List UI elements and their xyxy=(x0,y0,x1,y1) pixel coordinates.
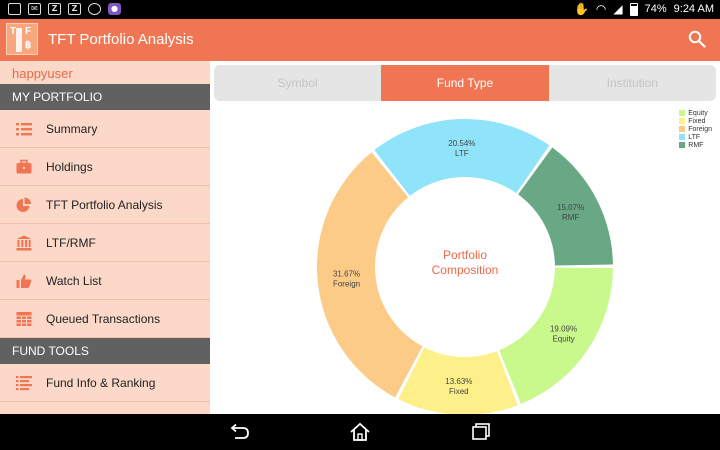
signal-icon: ◢ xyxy=(613,2,623,16)
slice-name-label: Foreign xyxy=(333,279,360,288)
app-title: TFT Portfolio Analysis xyxy=(48,31,194,48)
system-navigation-bar xyxy=(0,414,720,450)
nav-item-queued-transactions[interactable]: Queued Transactions xyxy=(0,300,210,338)
recents-icon[interactable] xyxy=(470,422,492,442)
back-icon[interactable] xyxy=(228,422,250,442)
list-icon xyxy=(16,122,32,135)
notification-icons: ✉ Z Z ● xyxy=(8,3,121,15)
nav-item-label: LTF/RMF xyxy=(46,235,96,250)
nav-item-label: Queued Transactions xyxy=(46,311,161,326)
legend-item-equity: Equity xyxy=(679,109,712,117)
mail-icon: ✉ xyxy=(28,3,41,15)
nav-item-fund-info-ranking[interactable]: Fund Info & Ranking xyxy=(0,364,210,402)
bank-icon xyxy=(16,235,32,250)
battery-icon xyxy=(629,2,638,16)
z-icon: Z xyxy=(48,3,61,15)
app-icon: ● xyxy=(108,3,121,15)
legend-label: LTF xyxy=(688,133,701,141)
slice-percent-label: 15.07% xyxy=(557,203,584,212)
home-icon[interactable] xyxy=(349,422,371,442)
legend-item-foreign: Foreign xyxy=(679,125,712,133)
wifi-icon: ◠ xyxy=(595,2,607,16)
app-bar: T F ฿ TFT Portfolio Analysis xyxy=(0,19,720,61)
logo-letter: F xyxy=(25,26,32,37)
chart-legend: Equity Fixed Foreign LTF RMF xyxy=(679,109,712,149)
pie-chart-icon xyxy=(16,197,31,212)
thumbs-up-icon xyxy=(16,274,32,288)
slice-percent-label: 19.09% xyxy=(550,325,577,334)
nav-item-label: Holdings xyxy=(46,159,93,174)
legend-label: Fixed xyxy=(688,117,706,125)
legend-item-ltf: LTF xyxy=(679,133,712,141)
legend-label: RMF xyxy=(688,141,704,149)
image-icon xyxy=(8,3,21,15)
slice-percent-label: 31.67% xyxy=(333,269,360,278)
section-header-my-portfolio: MY PORTFOLIO xyxy=(0,84,210,110)
nav-item-label: TFT Portfolio Analysis xyxy=(46,197,163,212)
ranking-list-icon xyxy=(16,375,32,390)
legend-label: Foreign xyxy=(688,125,712,133)
status-bar: ✉ Z Z ● ✋ ◠ ◢ 74% 9:24 AM xyxy=(0,0,720,19)
legend-swatch xyxy=(679,126,686,132)
z-icon: Z xyxy=(68,3,81,15)
slice-name-label: Fixed xyxy=(449,387,469,396)
briefcase-icon xyxy=(16,159,32,173)
app-logo[interactable]: T F ฿ xyxy=(6,23,38,55)
nav-item-label: Fund Info & Ranking xyxy=(46,375,156,390)
logo-letter: T xyxy=(10,26,17,37)
center-title-line1: Portfolio xyxy=(443,248,487,262)
legend-item-fixed: Fixed xyxy=(679,117,712,125)
slice-name-label: Equity xyxy=(552,335,574,344)
legend-swatch xyxy=(679,134,686,140)
navigation-drawer: happyuser MY PORTFOLIO Summary Holdings … xyxy=(0,61,210,414)
legend-label: Equity xyxy=(688,109,708,117)
nav-item-ltf-rmf[interactable]: LTF/RMF xyxy=(0,224,210,262)
nav-item-summary[interactable]: Summary xyxy=(0,110,210,148)
slice-percent-label: 20.54% xyxy=(448,139,475,148)
center-title-line2: Composition xyxy=(432,263,499,277)
legend-item-rmf: RMF xyxy=(679,141,712,149)
main-content: Symbol Fund Type Institution 19.09% Equit… xyxy=(210,61,720,414)
battery-level: 74% xyxy=(644,3,667,15)
nav-item-tft-portfolio-analysis[interactable]: TFT Portfolio Analysis xyxy=(0,186,210,224)
legend-swatch xyxy=(679,118,686,124)
nav-item-label: Watch List xyxy=(46,273,102,288)
logo-letter: ฿ xyxy=(25,40,32,51)
slice-name-label: RMF xyxy=(562,213,579,222)
section-header-fund-tools: FUND TOOLS xyxy=(0,338,210,364)
table-icon xyxy=(16,311,32,326)
search-icon[interactable] xyxy=(688,30,706,48)
slice-percent-label: 13.63% xyxy=(445,377,472,386)
nav-item-watch-list[interactable]: Watch List xyxy=(0,262,210,300)
legend-swatch xyxy=(679,142,686,148)
legend-swatch xyxy=(679,110,686,116)
portfolio-donut-chart: 19.09%Equity 13.63%Fixed 31.67%Foreign 20.5… xyxy=(317,119,613,414)
sync-icon xyxy=(88,3,101,15)
clock: 9:24 AM xyxy=(673,3,714,15)
nav-item-label: Summary xyxy=(46,121,98,136)
nav-item-holdings[interactable]: Holdings xyxy=(0,148,210,186)
hand-icon: ✋ xyxy=(573,2,589,16)
username: happyuser xyxy=(12,66,73,81)
slice-name-label: LTF xyxy=(455,149,469,158)
